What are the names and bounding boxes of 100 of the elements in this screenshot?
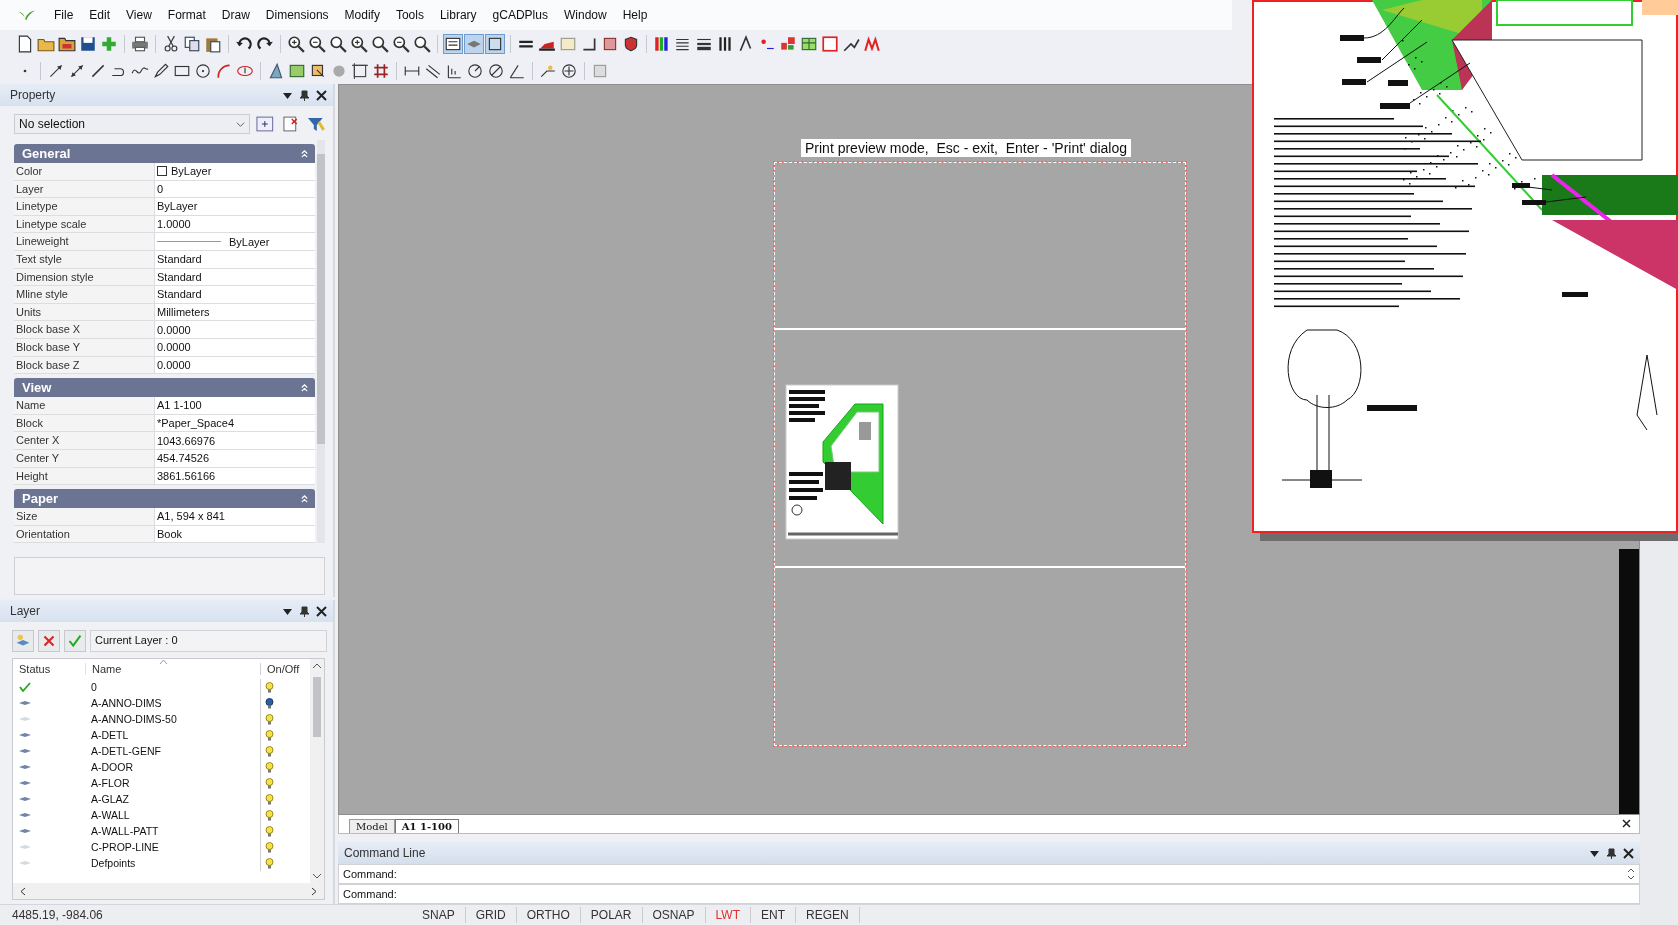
grid-icon[interactable] (372, 61, 390, 80)
column-header[interactable]: Name (85, 663, 260, 675)
menu-item[interactable]: Tools (387, 6, 432, 24)
layer-name[interactable]: A-WALL-PATT (85, 825, 260, 837)
horizontal-scrollbar[interactable] (13, 883, 324, 899)
mode-toggle[interactable]: LWT (705, 907, 751, 923)
leaf-logo-icon (18, 8, 36, 22)
zigzag-icon[interactable] (863, 34, 881, 53)
command-input[interactable]: Command: (338, 864, 1640, 884)
menu-item[interactable]: Format (159, 6, 214, 24)
selection-dropdown[interactable]: No selection (14, 114, 251, 134)
layer-name[interactable]: Defpoints (85, 857, 260, 869)
layout-tab[interactable]: Model (349, 819, 395, 833)
delete-icon[interactable] (38, 630, 60, 652)
vertical-bars-icon[interactable] (716, 34, 734, 53)
layer-name[interactable]: A-DOOR (85, 761, 260, 773)
layer-name[interactable]: A-ANNO-DIMS (85, 697, 260, 709)
close-icon[interactable] (1623, 847, 1634, 859)
save-icon[interactable] (79, 34, 97, 53)
property-label: Name (14, 397, 155, 414)
section-header[interactable]: View (14, 378, 316, 398)
circle-icon[interactable] (194, 61, 212, 80)
zoom-in-icon[interactable] (287, 34, 305, 53)
radius-icon[interactable] (466, 61, 484, 80)
property-label: Size (14, 508, 155, 525)
section-header[interactable]: General (14, 144, 316, 163)
menu-item[interactable]: View (118, 6, 160, 24)
section-header[interactable]: Paper (14, 489, 316, 509)
mode-toggle[interactable]: ORTHO (516, 907, 581, 923)
zoom-in-icon[interactable] (350, 34, 368, 53)
checkmark-icon[interactable] (64, 630, 86, 652)
layout-tab[interactable]: A1 1-100 (394, 819, 459, 833)
scrollbar[interactable] (317, 140, 325, 544)
mode-toggle[interactable]: OSNAP (642, 907, 706, 923)
mode-toggle[interactable]: GRID (465, 907, 517, 923)
menu-item[interactable]: Window (555, 6, 615, 24)
new-layer-icon[interactable] (12, 630, 34, 652)
scrollbar-thumb[interactable] (313, 677, 321, 737)
copy-icon[interactable] (183, 34, 201, 53)
mode-toggle[interactable]: REGEN (795, 907, 860, 923)
mode-toggle[interactable]: POLAR (580, 907, 643, 923)
layer-name[interactable]: C-PROP-LINE (85, 841, 260, 853)
property-value: 0 (157, 181, 164, 197)
layer-toggle-icon[interactable] (465, 34, 483, 53)
pencil-icon[interactable] (152, 61, 170, 80)
scroll-right-icon[interactable] (310, 886, 318, 896)
lightbulb-icon[interactable] (265, 697, 274, 709)
menu-item[interactable]: File (46, 6, 82, 24)
page-icon[interactable] (16, 34, 34, 53)
property-value: Millimeters (157, 305, 210, 321)
property-value: ByLayer (157, 199, 198, 215)
zoom-out-icon[interactable] (308, 34, 326, 53)
panel-toggle-icon[interactable] (444, 34, 462, 53)
select-objects-icon[interactable] (254, 114, 276, 134)
zoom-out-icon[interactable] (392, 34, 410, 53)
layer-name[interactable]: A-FLOR (85, 777, 260, 789)
close-icon[interactable] (316, 605, 327, 617)
layout-icon[interactable] (821, 34, 839, 53)
column-header[interactable]: Status (13, 663, 85, 675)
magnifier-icon[interactable] (413, 34, 431, 53)
menu-item[interactable]: gCADPlus (484, 6, 556, 24)
property-value: Book (157, 527, 183, 542)
scroll-left-icon[interactable] (19, 886, 27, 896)
spinner-arrows-icon[interactable] (1627, 868, 1635, 880)
close-icon[interactable] (1622, 819, 1631, 828)
layer-name[interactable]: A-GLAZ (85, 793, 260, 805)
property-value: 1.0000 (157, 217, 191, 233)
center-mark-icon[interactable] (560, 61, 578, 80)
layer-name[interactable]: A-WALL (85, 809, 260, 821)
layer-name[interactable]: 0 (85, 681, 260, 693)
pin-icon[interactable] (299, 89, 310, 101)
blocks-icon[interactable] (779, 34, 797, 53)
scissors-icon[interactable] (162, 34, 180, 53)
menu-item[interactable]: Edit (81, 6, 119, 24)
menu-item[interactable]: Library (431, 6, 485, 24)
close-icon[interactable] (316, 89, 327, 101)
layer-name[interactable]: A-ANNO-DIMS-50 (85, 713, 260, 725)
mode-toggle[interactable]: SNAP (412, 907, 466, 923)
menu-item[interactable]: Draw (213, 6, 258, 24)
mode-toggle[interactable]: ENT (750, 907, 796, 923)
pin-icon[interactable] (1606, 847, 1617, 859)
command-history-line: Command: (343, 888, 397, 900)
color-bars-icon[interactable] (653, 34, 671, 53)
layer-name[interactable]: A-DETL (85, 729, 260, 741)
menu-item[interactable]: Dimensions (257, 6, 337, 24)
frame-icon[interactable] (351, 61, 369, 80)
printer-icon[interactable] (131, 34, 149, 53)
pin-icon[interactable] (299, 605, 310, 617)
panel-title: Command Line (344, 846, 426, 860)
shield-icon[interactable] (622, 34, 640, 53)
layer-name[interactable]: A-DETL-GENF (85, 745, 260, 757)
property-value: 1043.66976 (157, 433, 216, 449)
chevron-down-icon (236, 119, 246, 129)
diameter-icon[interactable] (487, 61, 505, 80)
menu-item[interactable]: Modify (336, 6, 388, 24)
triangle-icon[interactable] (267, 61, 285, 80)
menu-item[interactable]: Help (614, 6, 656, 24)
magnifier-icon[interactable] (329, 34, 347, 53)
window-toggle-icon[interactable] (486, 34, 504, 53)
magnifier-icon[interactable] (371, 34, 389, 53)
